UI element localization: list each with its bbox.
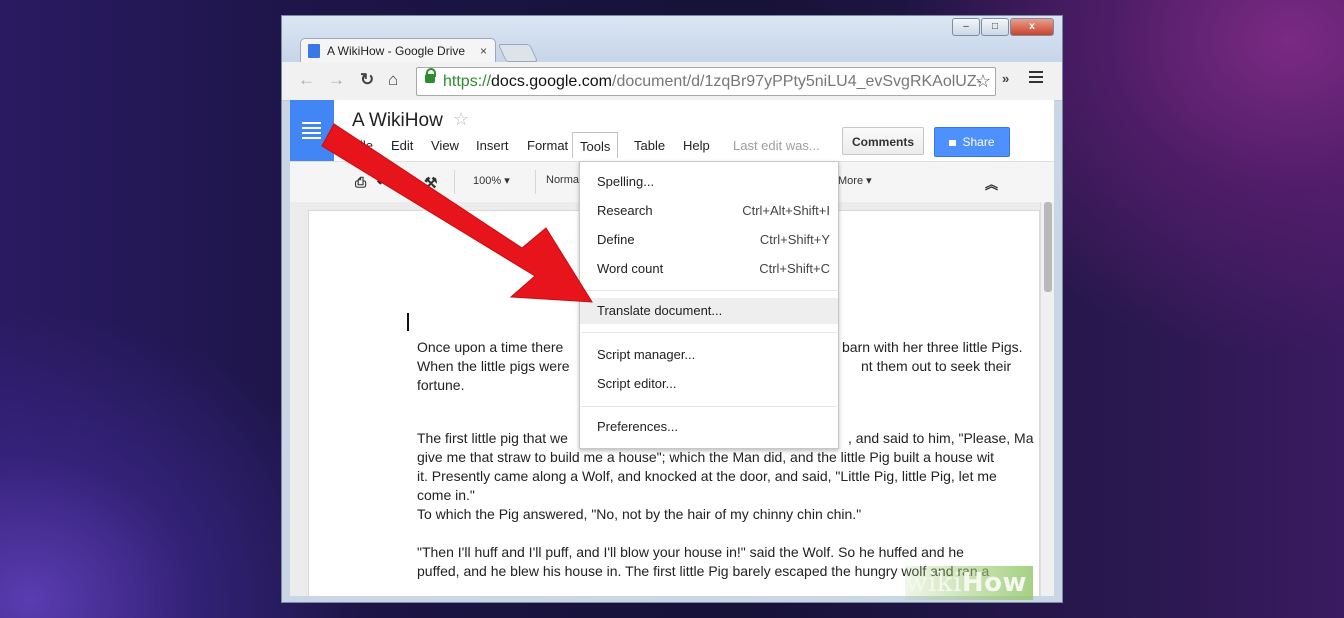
paint-format-icon[interactable]: ⚒: [424, 174, 437, 192]
close-window-button[interactable]: x: [1010, 18, 1054, 36]
zoom-select[interactable]: 100% ▾: [473, 174, 510, 187]
last-edit-link[interactable]: Last edit was...: [733, 138, 820, 153]
menu-item-word-count[interactable]: Word count Ctrl+Shift+C: [580, 258, 838, 280]
undo-icon[interactable]: ↶: [377, 174, 389, 191]
menu-format[interactable]: Format: [527, 138, 568, 153]
address-bar[interactable]: https://docs.google.com/document/d/1zqBr…: [416, 67, 996, 96]
docs-home-menu-icon[interactable]: [290, 100, 334, 161]
scrollbar-thumb[interactable]: [1044, 202, 1052, 292]
tab-close-icon[interactable]: ×: [480, 39, 487, 63]
more-menu[interactable]: More ▾: [838, 174, 872, 187]
chrome-menu-icon[interactable]: [1029, 71, 1043, 86]
google-docs-app: A WikiHow ☆ File Edit View Insert Format…: [290, 100, 1054, 596]
reload-icon[interactable]: ↻: [360, 70, 374, 90]
home-icon[interactable]: ⌂: [388, 70, 398, 90]
google-docs-icon: [308, 44, 320, 58]
browser-toolbar: ← → ↻ ⌂ https://docs.google.com/document…: [282, 62, 1062, 101]
doc-line: give me that straw to build me a house";…: [417, 449, 994, 465]
bookmark-star-icon[interactable]: ☆: [975, 68, 991, 95]
menu-file[interactable]: File: [352, 138, 373, 153]
window-controls: – □ x: [951, 18, 1054, 36]
doc-line: "Then I'll huff and I'll puff, and I'll …: [417, 544, 964, 560]
browser-tab[interactable]: A WikiHow - Google Drive ×: [300, 38, 496, 62]
menu-insert[interactable]: Insert: [476, 138, 509, 153]
menu-view[interactable]: View: [431, 138, 459, 153]
print-icon[interactable]: ⎙: [355, 174, 366, 191]
extensions-overflow-icon[interactable]: »: [1002, 71, 1009, 86]
forward-arrow-icon[interactable]: →: [328, 70, 345, 90]
url-text: https://docs.google.com/document/d/1zqBr…: [443, 73, 982, 90]
menu-item-preferences[interactable]: Preferences...: [580, 416, 838, 438]
new-tab-button[interactable]: [497, 44, 539, 62]
menu-help[interactable]: Help: [683, 138, 710, 153]
vertical-scrollbar[interactable]: [1040, 202, 1054, 596]
collapse-chevron-icon[interactable]: ︽: [985, 174, 998, 193]
redo-icon[interactable]: ↷: [399, 174, 411, 191]
lock-icon: [425, 68, 436, 83]
maximize-button[interactable]: □: [981, 18, 1009, 36]
title-bar: – □ x A WikiHow - Google Drive ×: [282, 16, 1062, 62]
menu-item-research[interactable]: Research Ctrl+Alt+Shift+I: [580, 200, 838, 222]
menu-item-define[interactable]: Define Ctrl+Shift+Y: [580, 229, 838, 251]
minimize-button[interactable]: –: [952, 18, 980, 36]
document-title[interactable]: A WikiHow: [352, 110, 443, 132]
menu-item-spelling[interactable]: Spelling...: [580, 171, 838, 193]
wikihow-watermark: wikiHow: [905, 566, 1033, 600]
menu-tools[interactable]: Tools: [572, 132, 619, 158]
text-cursor: [407, 313, 409, 331]
share-button[interactable]: Share: [934, 127, 1010, 157]
menu-item-translate-document[interactable]: Translate document...: [580, 298, 838, 324]
menu-item-script-manager[interactable]: Script manager...: [580, 344, 838, 366]
menu-item-script-editor[interactable]: Script editor...: [580, 373, 838, 395]
share-lock-icon: [949, 139, 957, 146]
comments-button[interactable]: Comments: [842, 127, 924, 155]
doc-line: come in.": [417, 487, 475, 503]
doc-line: it. Presently came along a Wolf, and kno…: [417, 468, 997, 484]
back-arrow-icon[interactable]: ←: [298, 70, 315, 90]
star-document-icon[interactable]: ☆: [453, 109, 469, 130]
menu-table[interactable]: Table: [634, 138, 665, 153]
style-select[interactable]: Normal: [546, 174, 581, 186]
browser-window: – □ x A WikiHow - Google Drive × ← → ↻ ⌂…: [281, 15, 1063, 603]
doc-line: To which the Pig answered, "No, not by t…: [417, 506, 862, 522]
tab-title: A WikiHow - Google Drive: [327, 44, 466, 58]
tools-dropdown-menu: Spelling... Research Ctrl+Alt+Shift+I Def…: [579, 161, 839, 449]
menu-edit[interactable]: Edit: [391, 138, 413, 153]
